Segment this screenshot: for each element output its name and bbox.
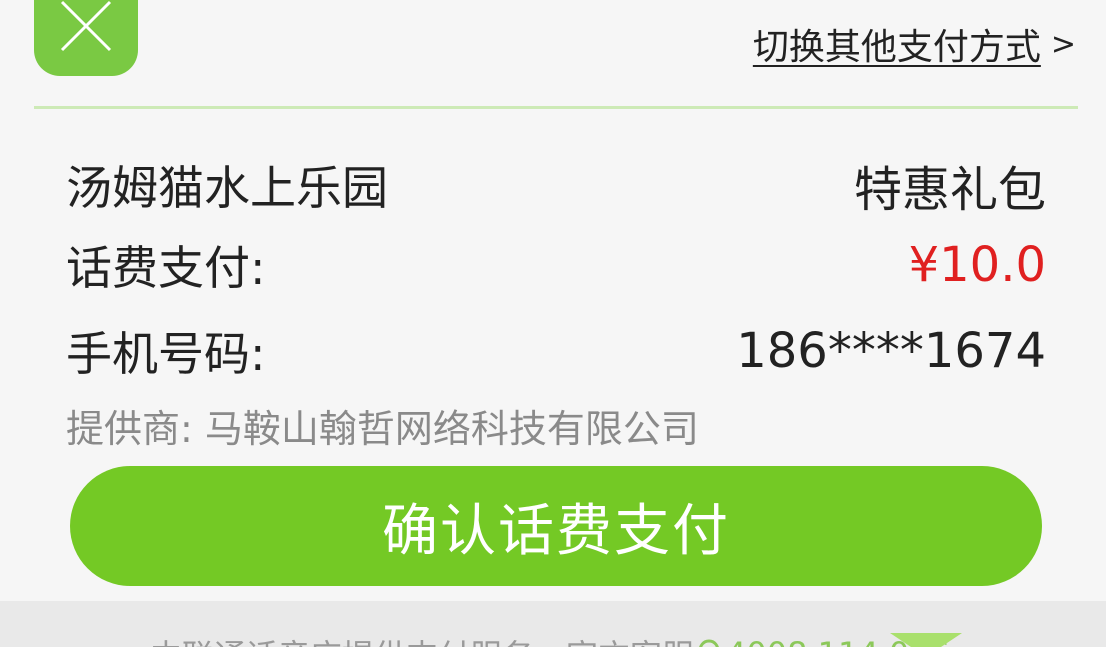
confirm-payment-button[interactable]: 确认话费支付 — [70, 466, 1042, 586]
close-button[interactable] — [34, 0, 138, 76]
phone-row: 手机号码: 186****1674 — [66, 318, 1046, 384]
footer-bar: 中联通话音应提供支付服务，官方客服 4008 114 096 — [0, 601, 1106, 647]
payment-row: 话费支付: ¥10.0 — [66, 232, 1046, 298]
close-icon — [60, 0, 112, 52]
footer-text: 中联通话音应提供支付服务，官方客服 — [150, 631, 694, 647]
payment-label: 话费支付: — [66, 241, 266, 295]
switch-payment-label: 切换其他支付方式 — [752, 27, 1041, 68]
switch-payment-link[interactable]: 切换其他支付方式 > — [753, 18, 1076, 70]
price-value: ¥10.0 — [908, 237, 1046, 293]
phone-value: 186****1674 — [736, 323, 1046, 379]
phone-label: 手机号码: — [66, 327, 266, 381]
chevron-right-icon: > — [1050, 26, 1076, 62]
phone-icon — [699, 639, 719, 647]
confirm-payment-label: 确认话费支付 — [382, 498, 730, 564]
package-name: 特惠礼包 — [853, 162, 1046, 218]
divider — [34, 106, 1078, 109]
product-name: 汤姆猫水上乐园 — [66, 161, 388, 215]
product-row: 汤姆猫水上乐园 特惠礼包 — [66, 150, 1046, 220]
fold-arrow-icon[interactable] — [890, 633, 962, 647]
provider-text: 提供商: 马鞍山翰哲网络科技有限公司 — [66, 407, 699, 451]
footer-content: 中联通话音应提供支付服务，官方客服 4008 114 096 — [150, 631, 950, 647]
